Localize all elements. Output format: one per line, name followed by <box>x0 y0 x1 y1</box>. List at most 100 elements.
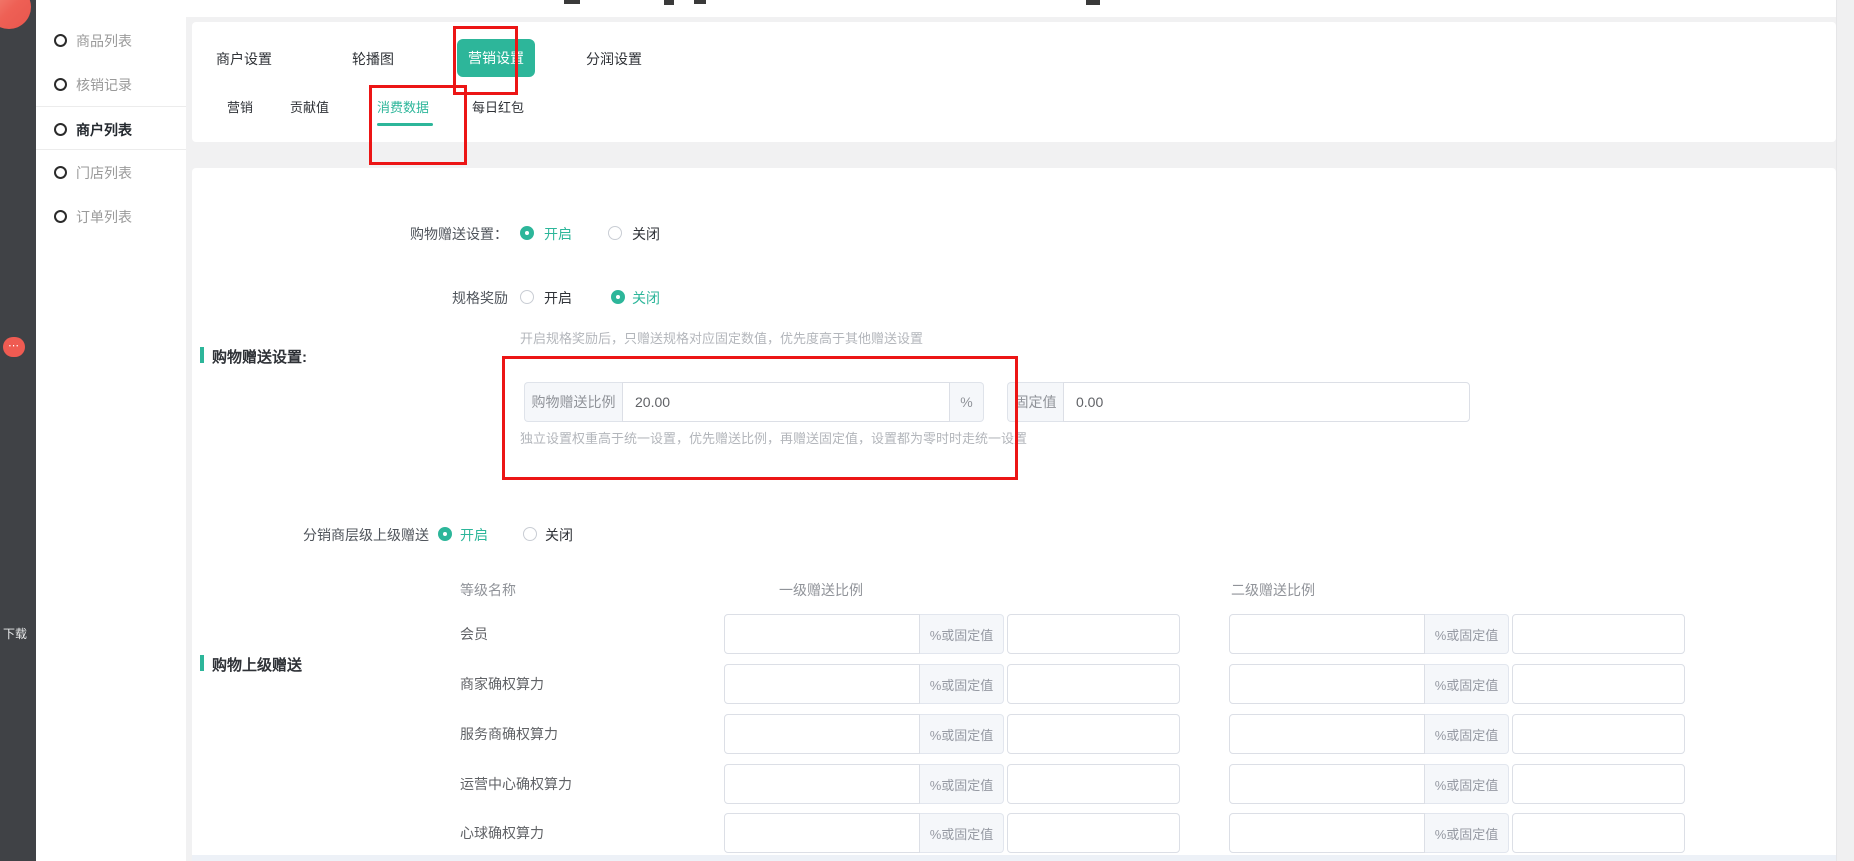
sidebar-item-goods-list[interactable]: 商品列表 <box>36 18 186 62</box>
sidebar-item-verify-records[interactable]: 核销记录 <box>36 62 186 106</box>
sidebar-menu: 商品列表 核销记录 商户列表 门店列表 订单列表 <box>36 0 186 861</box>
distributor-on-radio[interactable] <box>438 527 452 541</box>
ratio-priority-hint: 独立设置权重高于统一设置，优先赠送比例，再赠送固定值，设置都为零时时走统一设置 <box>520 428 1027 447</box>
ratio-suffix-label: %或固定值 <box>920 664 1004 704</box>
left-rail: ⋯ 下载 <box>0 0 36 861</box>
ratio-suffix-label: %或固定值 <box>920 614 1004 654</box>
spec-on-radio[interactable] <box>520 290 534 304</box>
distributor-off-radio[interactable] <box>523 527 537 541</box>
top-edge-fragment <box>1086 0 1100 5</box>
level2-ratio-input[interactable] <box>1229 764 1425 804</box>
level2-fixed-input[interactable] <box>1512 714 1685 754</box>
gift-off-label[interactable]: 关闭 <box>632 224 660 244</box>
download-button[interactable]: 下载 <box>3 625 27 642</box>
distributor-off-label[interactable]: 关闭 <box>545 525 573 545</box>
sidebar-item-order-list[interactable]: 订单列表 <box>36 194 186 238</box>
section-accent-bar <box>200 347 204 363</box>
circle-icon <box>54 210 67 223</box>
level-name: 心球确权算力 <box>460 823 544 843</box>
gift-off-radio[interactable] <box>608 226 622 240</box>
subtab-consumption-data-active[interactable]: 消费数据 <box>377 97 429 117</box>
distributor-on-label[interactable]: 开启 <box>460 525 488 545</box>
ratio-suffix-label: %或固定值 <box>1425 813 1509 853</box>
level2-ratio-input[interactable] <box>1229 614 1425 654</box>
ratio-suffix-label: %或固定值 <box>1425 614 1509 654</box>
level1-fixed-input[interactable] <box>1007 714 1180 754</box>
level2-ratio-input[interactable] <box>1229 664 1425 704</box>
distributor-toggle-label: 分销商层级上级赠送 <box>192 525 429 545</box>
level2-fixed-input[interactable] <box>1512 764 1685 804</box>
level2-fixed-input[interactable] <box>1512 664 1685 704</box>
active-subtab-underline <box>377 123 433 126</box>
vertical-scrollbar[interactable] <box>1836 0 1854 861</box>
bottom-strip <box>192 855 1836 861</box>
top-edge-fragment <box>694 0 706 4</box>
table-row-merchant-power: 商家确权算力 %或固定值 %或固定值 <box>192 664 1836 704</box>
tab-merchant-settings[interactable]: 商户设置 <box>216 49 272 69</box>
column-header-level-name: 等级名称 <box>460 580 516 600</box>
spec-off-radio[interactable] <box>611 290 625 304</box>
subtab-contribution[interactable]: 贡献值 <box>290 97 329 117</box>
spec-reward-row: 规格奖励 开启 关闭 <box>192 287 1836 307</box>
tab-profit-settings[interactable]: 分润设置 <box>586 49 642 69</box>
level2-fixed-input[interactable] <box>1512 813 1685 853</box>
sidebar-item-store-list[interactable]: 门店列表 <box>36 150 186 194</box>
ratio-input[interactable] <box>622 382 950 422</box>
subtab-marketing[interactable]: 营销 <box>227 97 253 117</box>
level1-fixed-input[interactable] <box>1007 764 1180 804</box>
level1-ratio-input[interactable] <box>724 764 920 804</box>
table-row-member: 会员 %或固定值 %或固定值 <box>192 614 1836 654</box>
ratio-suffix-label: %或固定值 <box>920 813 1004 853</box>
spec-on-label[interactable]: 开启 <box>544 288 572 308</box>
top-edge-fragment <box>664 0 674 5</box>
sidebar-item-merchant-list[interactable]: 商户列表 <box>36 106 186 150</box>
sidebar-item-label: 商户列表 <box>76 120 132 140</box>
table-row-xinqiu-power: 心球确权算力 %或固定值 %或固定值 <box>192 813 1836 853</box>
circle-icon <box>54 166 67 179</box>
circle-icon <box>54 34 67 47</box>
content-card: 购物赠送设置: 购物赠送设置： 开启 关闭 规格奖励 开启 关闭 开启规格奖励后… <box>192 168 1836 861</box>
ratio-suffix-label: %或固定值 <box>920 764 1004 804</box>
level2-fixed-input[interactable] <box>1512 614 1685 654</box>
sidebar-item-label: 商品列表 <box>76 31 132 51</box>
more-actions-button[interactable]: ⋯ <box>3 337 25 357</box>
level1-ratio-input[interactable] <box>724 813 920 853</box>
table-row-service-power: 服务商确权算力 %或固定值 %或固定值 <box>192 714 1836 754</box>
spec-reward-hint: 开启规格奖励后，只赠送规格对应固定数值，优先度高于其他赠送设置 <box>520 328 923 347</box>
subtab-daily-redpacket[interactable]: 每日红包 <box>472 97 524 117</box>
level2-ratio-input[interactable] <box>1229 714 1425 754</box>
ratio-percent-append: % <box>950 382 984 422</box>
column-header-level1-ratio: 一级赠送比例 <box>779 580 863 600</box>
avatar[interactable] <box>0 0 31 29</box>
tab-marketing-settings-active[interactable]: 营销设置 <box>457 39 535 77</box>
level-name: 运营中心确权算力 <box>460 774 572 794</box>
ratio-suffix-label: %或固定值 <box>1425 664 1509 704</box>
level1-fixed-input[interactable] <box>1007 614 1180 654</box>
ratio-suffix-label: %或固定值 <box>920 714 1004 754</box>
spec-off-label[interactable]: 关闭 <box>632 288 660 308</box>
level2-ratio-input[interactable] <box>1229 813 1425 853</box>
gift-on-label[interactable]: 开启 <box>544 224 572 244</box>
level1-ratio-input[interactable] <box>724 614 920 654</box>
ratio-suffix-label: %或固定值 <box>1425 714 1509 754</box>
fixed-input-prepend: 固定值 <box>1007 382 1063 422</box>
level1-fixed-input[interactable] <box>1007 813 1180 853</box>
level-name: 商家确权算力 <box>460 674 544 694</box>
level-name: 会员 <box>460 624 488 644</box>
level1-ratio-input[interactable] <box>724 664 920 704</box>
sidebar-item-label: 门店列表 <box>76 163 132 183</box>
gift-toggle-row: 购物赠送设置： 开启 关闭 <box>192 223 1836 243</box>
fixed-value-input[interactable] <box>1063 382 1470 422</box>
top-edge-fragment <box>564 0 580 4</box>
gift-toggle-label: 购物赠送设置： <box>192 224 508 244</box>
ratio-input-prepend: 购物赠送比例 <box>524 382 622 422</box>
tabs-card: 商户设置 轮播图 营销设置 分润设置 营销 贡献值 消费数据 每日红包 <box>192 22 1836 142</box>
gift-on-radio[interactable] <box>520 226 534 240</box>
level-name: 服务商确权算力 <box>460 724 558 744</box>
circle-icon <box>54 78 67 91</box>
level1-ratio-input[interactable] <box>724 714 920 754</box>
level1-fixed-input[interactable] <box>1007 664 1180 704</box>
distributor-toggle-row: 分销商层级上级赠送 开启 关闭 <box>192 524 1836 544</box>
circle-icon <box>54 123 67 136</box>
tab-carousel[interactable]: 轮播图 <box>352 49 394 69</box>
